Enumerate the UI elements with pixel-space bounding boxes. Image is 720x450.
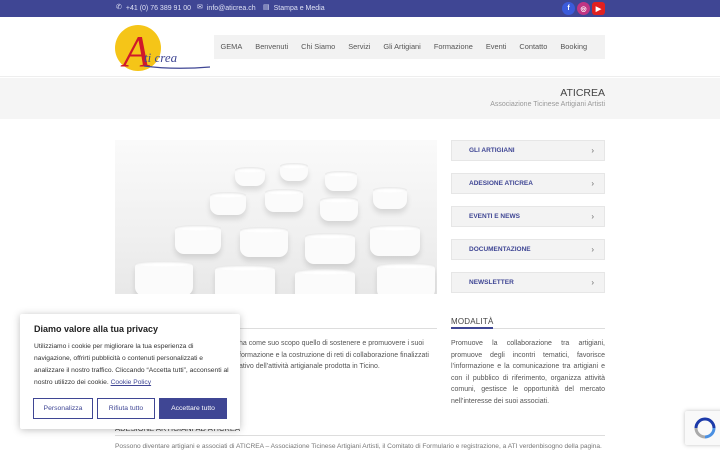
customize-button[interactable]: Personalizza <box>33 398 93 419</box>
phone-link[interactable]: ✆ +41 (0) 76 389 91 00 <box>116 4 191 12</box>
page-title-bar: ATICREA Associazione Ticinese Artigiani … <box>0 78 720 119</box>
chevron-right-icon: › <box>591 146 594 155</box>
recaptcha-icon <box>694 417 716 439</box>
nav-item-chi-siamo[interactable]: Chi Siamo <box>295 35 342 59</box>
top-bar: ✆ +41 (0) 76 389 91 00 ✉ info@aticrea.ch… <box>0 0 720 17</box>
cup-shape <box>175 225 221 254</box>
cup-shape <box>210 192 246 215</box>
sidebar-item-label: EVENTI E NEWS <box>469 213 520 220</box>
email-link[interactable]: ✉ info@aticrea.ch <box>197 4 256 12</box>
phone-icon: ✆ <box>116 4 122 11</box>
nav-item-formazione[interactable]: Formazione <box>427 35 479 59</box>
sidebar-item-adesione[interactable]: ADESIONE ATICREA › <box>451 173 605 194</box>
cup-shape <box>280 163 308 181</box>
cookie-policy-link[interactable]: Cookie Policy <box>111 379 152 386</box>
sidebar-item-newsletter[interactable]: NEWSLETTER › <box>451 272 605 293</box>
cookie-consent-banner: Diamo valore alla tua privacy Utilizziam… <box>20 314 240 429</box>
cup-shape <box>373 187 407 209</box>
modalita-text: Promuove la collaborazione tra artigiani… <box>451 340 605 405</box>
main-nav: GEMA Benvenuti Chi Siamo Servizi Gli Art… <box>214 35 605 59</box>
instagram-icon[interactable]: ◎ <box>577 2 590 15</box>
hero-image <box>115 140 437 294</box>
nav-item-eventi[interactable]: Eventi <box>479 35 513 59</box>
page-title: ATICREA <box>560 87 605 99</box>
sidebar-item-label: GLI ARTIGIANI <box>469 147 515 154</box>
nav-item-booking[interactable]: Booking <box>554 35 594 59</box>
page-subtitle: Associazione Ticinese Artigiani Artisti <box>490 101 605 108</box>
sidebar-item-label: NEWSLETTER <box>469 279 514 286</box>
cup-shape <box>215 265 275 294</box>
nav-item-contatto[interactable]: Contatto <box>513 35 554 59</box>
nav-item-gli-artigiani[interactable]: Gli Artigiani <box>377 35 427 59</box>
cookie-title: Diamo valore alla tua privacy <box>34 324 159 334</box>
intro-text: ha come suo scopo quello di sostenere e … <box>239 338 437 373</box>
document-icon: ▤ <box>263 4 270 11</box>
nav-item-gema[interactable]: GEMA <box>214 35 249 59</box>
modalita-underline <box>451 327 493 329</box>
site-logo[interactable]: A ti crea <box>114 22 212 76</box>
cookie-text: Utilizziamo i cookie per migliorare la t… <box>34 341 229 389</box>
cup-shape <box>377 263 435 294</box>
phone-number: +41 (0) 76 389 91 00 <box>125 4 192 12</box>
nav-item-servizi[interactable]: Servizi <box>342 35 377 59</box>
press-link[interactable]: ▤ Stampa e Media <box>263 4 325 12</box>
envelope-icon: ✉ <box>197 4 203 11</box>
intro-line: ativo dell’attività artigianale prodotta… <box>239 363 380 371</box>
sidebar-item-eventi-news[interactable]: EVENTI E NEWS › <box>451 206 605 227</box>
logo-word: ti crea <box>144 50 178 65</box>
cup-shape <box>135 261 193 294</box>
cup-shape <box>295 269 355 294</box>
youtube-icon[interactable]: ▶ <box>592 2 605 15</box>
aticrea-logo-graphic: A ti crea <box>115 25 211 76</box>
cup-shape <box>325 171 357 191</box>
adesione-divider <box>115 435 605 436</box>
nav-item-benvenuti[interactable]: Benvenuti <box>249 35 295 59</box>
chevron-right-icon: › <box>591 179 594 188</box>
recaptcha-badge[interactable] <box>685 411 720 445</box>
chevron-right-icon: › <box>591 212 594 221</box>
intro-line: ha come suo scopo quello di sostenere e … <box>239 340 424 347</box>
sidebar-item-label: ADESIONE ATICREA <box>469 180 533 187</box>
press-label: Stampa e Media <box>273 4 325 12</box>
email-address: info@aticrea.ch <box>206 4 256 12</box>
sidebar-item-documentazione[interactable]: DOCUMENTAZIONE › <box>451 239 605 260</box>
cup-shape <box>235 167 265 186</box>
cup-shape <box>240 227 288 257</box>
cup-shape <box>370 225 420 256</box>
facebook-icon[interactable]: f <box>562 2 575 15</box>
chevron-right-icon: › <box>591 278 594 287</box>
chevron-right-icon: › <box>591 245 594 254</box>
cup-shape <box>305 233 355 264</box>
modalita-heading: MODALITÀ <box>451 317 494 326</box>
intro-line: formazione e la costruzione di reti di c… <box>239 351 429 359</box>
adesione-text: Possono diventare artigiani e associati … <box>115 443 602 450</box>
reject-all-button[interactable]: Rifiuta tutto <box>97 398 155 419</box>
cup-shape <box>320 197 358 221</box>
accept-all-button[interactable]: Accettare tutto <box>159 398 227 419</box>
sidebar-item-label: DOCUMENTAZIONE <box>469 246 531 253</box>
sidebar-item-gli-artigiani[interactable]: GLI ARTIGIANI › <box>451 140 605 161</box>
cup-shape <box>265 189 303 212</box>
